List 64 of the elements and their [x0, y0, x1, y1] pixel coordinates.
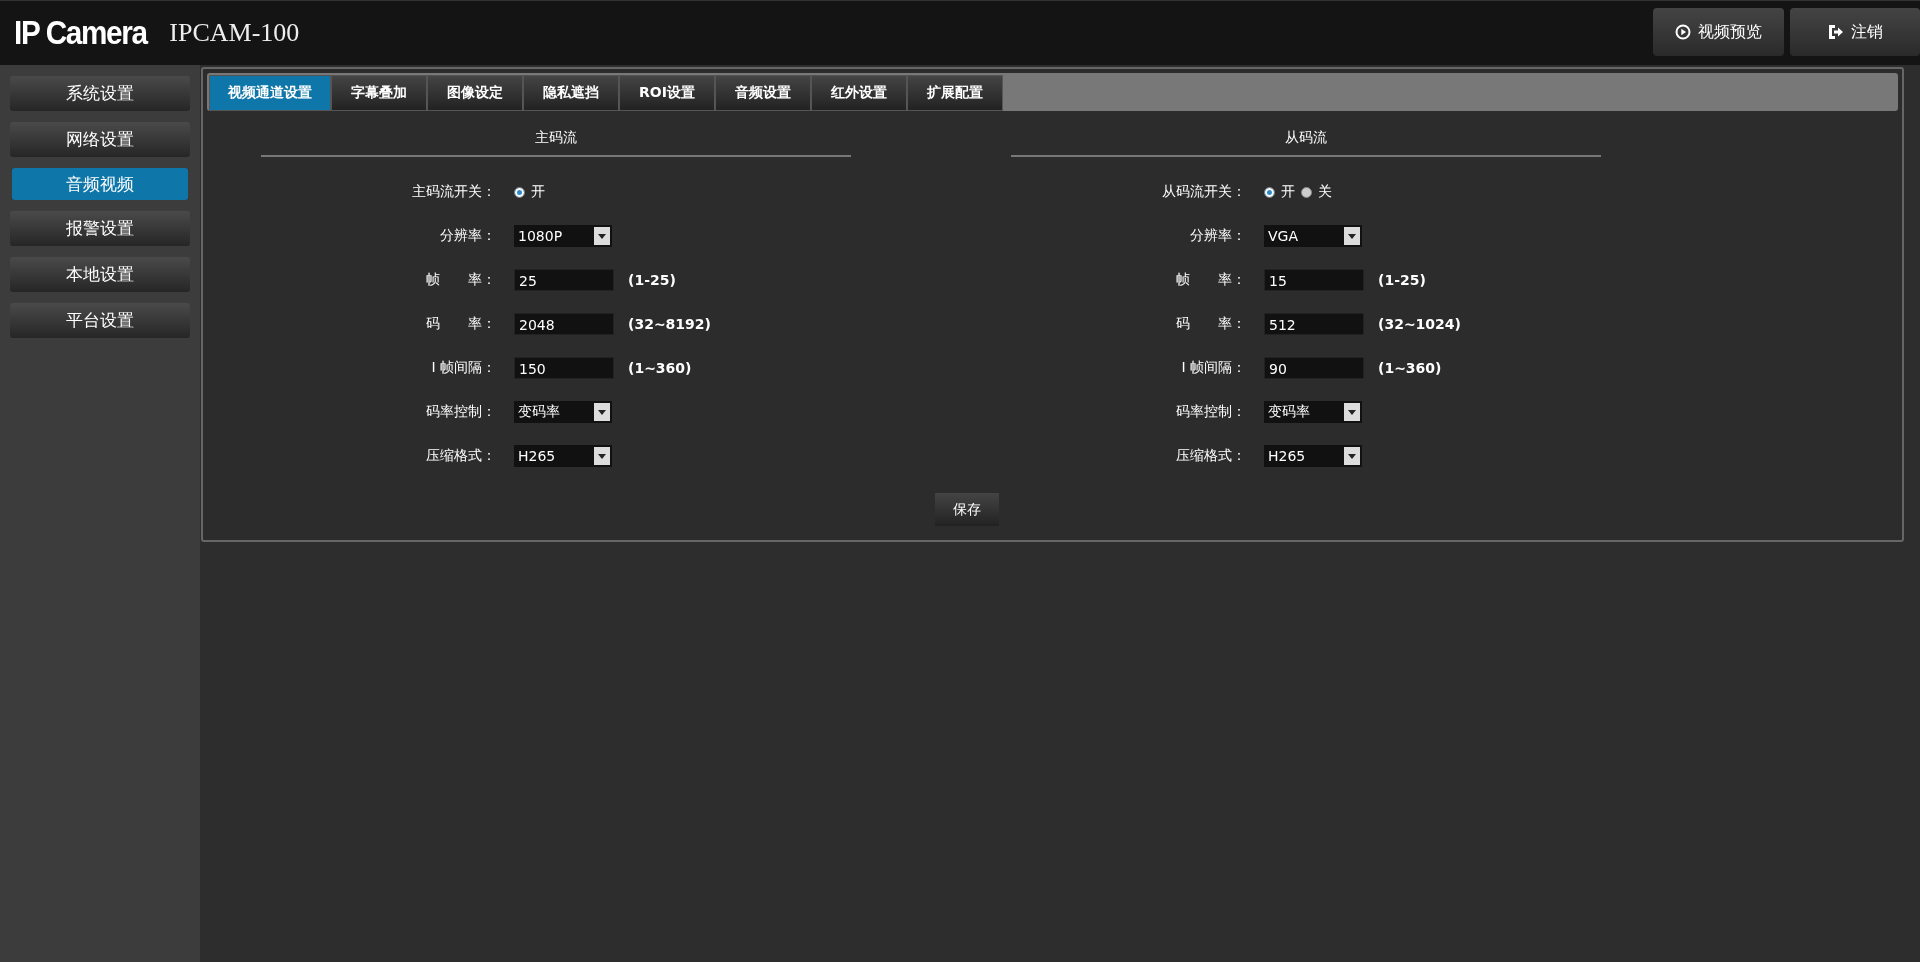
play-icon [1675, 24, 1691, 40]
caret-icon [594, 403, 610, 421]
caret-icon [1344, 403, 1360, 421]
dropdown[interactable]: 变码率 [514, 401, 612, 423]
field-label: 主码流开关： [411, 183, 497, 201]
tab[interactable]: 红外设置 [810, 75, 907, 111]
input-field[interactable]: 2048 [514, 313, 614, 335]
caret-icon [1344, 227, 1360, 245]
range-hint: (1-25) [1378, 272, 1426, 288]
input-field[interactable]: 15 [1264, 269, 1364, 291]
input-field[interactable]: 90 [1264, 357, 1364, 379]
logout-button[interactable]: 注销 [1790, 8, 1920, 56]
preview-button[interactable]: 视频预览 [1653, 8, 1784, 56]
field-label: 帧 率： [425, 271, 497, 289]
range-hint: (1~360) [1378, 360, 1442, 376]
dropdown[interactable]: H265 [514, 445, 612, 467]
sidebar-item[interactable]: 系统设置 [10, 76, 190, 111]
input-field[interactable]: 512 [1264, 313, 1364, 335]
input-field[interactable]: 25 [514, 269, 614, 291]
caret-icon [1344, 447, 1360, 465]
range-hint: (32~8192) [628, 316, 711, 332]
tab[interactable]: 隐私遮挡 [523, 75, 619, 111]
field-label: 码率控制： [425, 403, 497, 421]
caret-icon [594, 227, 610, 245]
field-label: 压缩格式： [425, 447, 497, 465]
sidebar-item[interactable]: 音频视频 [12, 168, 188, 200]
field-label: 码率控制： [1175, 403, 1247, 421]
caret-icon [594, 447, 610, 465]
dropdown[interactable]: 变码率 [1264, 401, 1362, 423]
input-field[interactable]: 150 [514, 357, 614, 379]
dropdown[interactable]: VGA [1264, 225, 1362, 247]
save-button[interactable]: 保存 [935, 493, 999, 526]
dropdown[interactable]: 1080P [514, 225, 612, 247]
field-label: 码 率： [425, 315, 497, 333]
range-hint: (1~360) [628, 360, 692, 376]
section-heading: 主码流 [261, 129, 851, 157]
sidebar-item[interactable]: 网络设置 [10, 122, 190, 157]
field-label: 压缩格式： [1175, 447, 1247, 465]
field-label: 从码流开关： [1161, 183, 1247, 201]
tab[interactable]: 字幕叠加 [331, 75, 427, 111]
model-name: IPCAM-100 [169, 18, 300, 48]
field-label: 码 率： [1175, 315, 1247, 333]
field-label: 帧 率： [1175, 271, 1247, 289]
sidebar-item[interactable]: 本地设置 [10, 257, 190, 292]
dropdown[interactable]: H265 [1264, 445, 1362, 467]
section-heading: 从码流 [1011, 129, 1601, 157]
range-hint: (1-25) [628, 272, 676, 288]
sidebar-item[interactable]: 报警设置 [10, 211, 190, 246]
radio-option[interactable]: 开 [1264, 183, 1295, 201]
field-label: 分辨率： [439, 227, 497, 245]
exit-icon [1827, 24, 1844, 40]
field-label: I 帧间隔： [1180, 359, 1247, 377]
tab[interactable]: 扩展配置 [906, 75, 1003, 111]
tab[interactable]: 视频通道设置 [209, 75, 331, 111]
logo-text: IP Camera [14, 14, 147, 52]
tab[interactable]: 图像设定 [427, 75, 523, 111]
field-label: 分辨率： [1189, 227, 1247, 245]
field-label: I 帧间隔： [430, 359, 497, 377]
sidebar-item[interactable]: 平台设置 [10, 303, 190, 338]
tab[interactable]: ROI设置 [619, 75, 715, 111]
range-hint: (32~1024) [1378, 316, 1461, 332]
radio-option[interactable]: 开 [514, 183, 545, 201]
tab[interactable]: 音频设置 [714, 75, 811, 111]
radio-option[interactable]: 关 [1301, 183, 1332, 201]
